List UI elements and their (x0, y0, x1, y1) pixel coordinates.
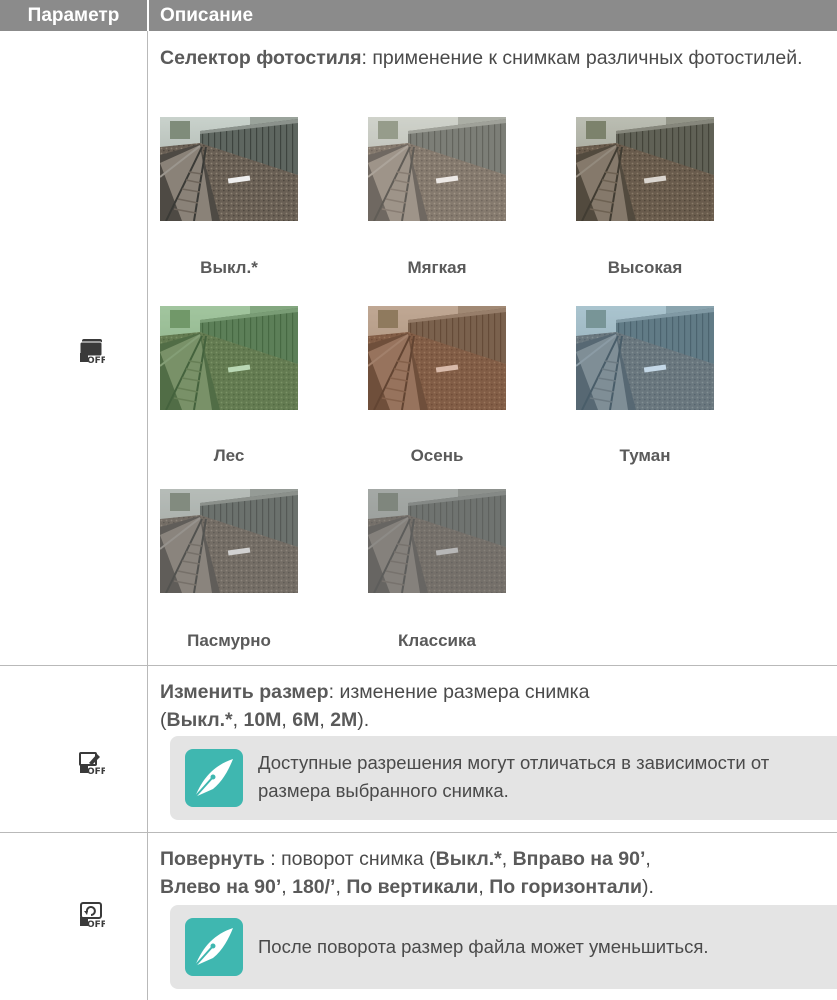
rotate-sep: , (645, 848, 651, 870)
rotate-opt-180: 180/’ (292, 876, 336, 898)
pen-note-icon (183, 747, 245, 809)
svg-text:OFF: OFF (87, 920, 105, 928)
style-preview-label: Осень (410, 446, 464, 465)
rotate-text: : поворот снимка ( (264, 848, 436, 870)
rotate-note: После поворота размер файла может уменьш… (170, 905, 837, 989)
row-divider (0, 832, 837, 833)
rotate-opt-right: Вправо на 90’ (512, 848, 646, 870)
rotate-title: Повернуть (160, 848, 265, 870)
rotate-paren-close: ). (641, 876, 654, 898)
style-selector-desc: Селектор фотостиля: применение к снимкам… (160, 44, 830, 72)
rotate-sep: , (335, 876, 347, 898)
rotate-opt-left: Влево на 90’ (160, 876, 282, 898)
style-selector-text: : применение к снимкам различных фотости… (361, 47, 803, 69)
style-preview-photo (368, 489, 506, 593)
column-divider (147, 31, 148, 1000)
style-preview-label: Классика (398, 631, 476, 650)
resize-note: Доступные разрешения могут отличаться в … (170, 736, 837, 820)
rotate-sep: , (281, 876, 293, 898)
style-preview-label: Выкл.* (200, 258, 258, 277)
resize-off-icon: OFF (79, 749, 107, 777)
rotate-opt-off: Выкл.* (435, 848, 502, 870)
style-preview-photo (576, 117, 714, 221)
style-preview-label: Мягкая (407, 258, 467, 277)
style-preview-photo (160, 306, 298, 410)
rotate-opt-horizontal: По горизонтали (489, 876, 642, 898)
resize-opt-10m: 10M (243, 709, 282, 731)
rotate-sep: , (501, 848, 513, 870)
style-selector-title: Селектор фотостиля (160, 47, 362, 69)
resize-opt-6m: 6M (292, 709, 320, 731)
resize-sep: , (319, 709, 331, 731)
svg-text:OFF: OFF (87, 356, 105, 364)
rotate-opt-vertical: По вертикали (346, 876, 479, 898)
settings-table: Параметр Описание OFF Селектор фотостиля… (0, 0, 837, 1000)
style-preview-photo (368, 117, 506, 221)
resize-opt-2m: 2M (330, 709, 358, 731)
resize-title: Изменить размер (160, 681, 329, 703)
style-preview-photo (160, 489, 298, 593)
photo-style-off-icon: OFF (79, 338, 107, 366)
row-divider (0, 665, 837, 666)
resize-desc: Изменить размер: изменение размера снимк… (160, 678, 830, 734)
style-preview-photo (576, 306, 714, 410)
resize-text: : изменение размера снимка (328, 681, 590, 703)
table-header: Параметр Описание (0, 0, 837, 31)
style-preview-label: Туман (619, 446, 671, 465)
rotate-note-text: После поворота размер файла может уменьш… (258, 936, 709, 957)
style-preview-photo (368, 306, 506, 410)
resize-opt-off: Выкл.* (166, 709, 233, 731)
pen-note-icon (183, 916, 245, 978)
resize-sep: , (232, 709, 244, 731)
resize-sep: , (281, 709, 293, 731)
rotate-off-icon: OFF (79, 902, 107, 930)
header-desc: Описание (160, 5, 254, 26)
style-preview-photo (160, 117, 298, 221)
rotate-sep: , (478, 876, 490, 898)
style-preview-label: Лес (213, 446, 245, 465)
style-preview-label: Пасмурно (187, 631, 271, 650)
rotate-desc: Повернуть : поворот снимка (Выкл.*, Впра… (160, 845, 830, 901)
style-preview-label: Высокая (607, 258, 683, 277)
svg-text:OFF: OFF (87, 767, 105, 775)
resize-paren-close: ). (357, 709, 370, 731)
header-separator (147, 0, 149, 31)
resize-note-text: Доступные разрешения могут отличаться в … (258, 752, 770, 801)
header-param: Параметр (27, 5, 120, 26)
